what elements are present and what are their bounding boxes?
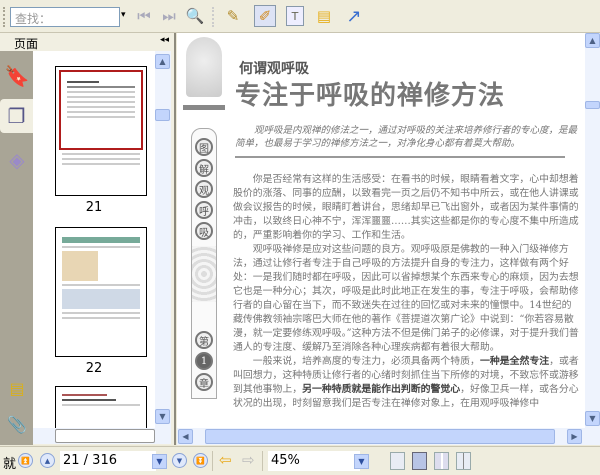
text-box-icon[interactable]: T <box>286 6 304 26</box>
collapse-panel-icon[interactable]: ◂◂ <box>160 35 169 45</box>
banner-seal: 吸 <box>195 222 213 240</box>
hscroll-thumb[interactable] <box>55 429 155 443</box>
panel-header: 页面 ◂◂ <box>0 33 176 51</box>
forward-arrow-icon[interactable]: ⇨ <box>242 451 255 469</box>
thumbnail-label: 21 <box>85 200 103 215</box>
body-paragraph: 观呼吸禅修是应对这些问题的良方。观呼吸原是佛教的一种入门级禅修方法，通过让修行者… <box>233 244 579 353</box>
facing-view-icon[interactable] <box>434 452 449 470</box>
scroll-left-button[interactable]: ◀ <box>178 429 193 444</box>
hscroll-thumb[interactable] <box>205 429 555 444</box>
last-page-button[interactable]: ⏬ <box>193 453 208 468</box>
scroll-right-button[interactable]: ▶ <box>567 429 582 444</box>
search-input[interactable]: 查找： <box>10 7 120 27</box>
prev-result-icon[interactable]: ⏮ <box>133 5 155 27</box>
thumbnail-hscrollbar[interactable] <box>33 428 171 444</box>
banner-seal: 图 <box>195 138 213 156</box>
continuous-facing-view-icon[interactable] <box>456 452 471 470</box>
body-paragraph: 你是否经常有这样的生活感受：在看书的时候，眼睛看着文字，心中却想着股价的涨落、同… <box>233 174 579 241</box>
banner-seal: 呼 <box>195 201 213 219</box>
arrow-icon[interactable]: ↗ <box>343 5 365 27</box>
divider <box>235 156 565 158</box>
thumbnail-scrollbar[interactable]: ▲ ▼ <box>155 51 171 428</box>
banner-seal: 解 <box>195 159 213 177</box>
page-thumbnail-21[interactable] <box>55 66 147 196</box>
section-subtitle: 何谓观呼吸 <box>239 61 309 77</box>
page-thumbnail-23[interactable] <box>55 386 147 428</box>
layers-tab-icon[interactable]: ◈ <box>4 143 30 177</box>
scroll-down-button[interactable]: ▼ <box>155 409 170 424</box>
toolbar-grip[interactable] <box>3 7 6 27</box>
chapter-number: 1 <box>195 352 213 370</box>
continuous-view-icon[interactable] <box>412 452 427 470</box>
page-body: 你是否经常有这样的生活感受：在看书的时候，眼睛看着文字，心中却想着股价的涨落、同… <box>233 173 581 411</box>
first-page-button[interactable]: ⏫ <box>18 453 33 468</box>
separator <box>212 451 213 471</box>
text: 一般来说，培养高度的专注力，必须具备两个特质， <box>252 356 480 367</box>
toolbar: 查找： ▾ ⏮ ⏭ 🔍 ✎ ✐ T ▤ ↗ <box>0 0 600 33</box>
comment-icon[interactable]: ▤ <box>313 5 335 27</box>
thumbnail-label: 22 <box>85 361 103 376</box>
comments-tab-icon[interactable]: ▤ <box>4 371 30 405</box>
banner-seal: 观 <box>195 180 213 198</box>
separator <box>262 451 263 471</box>
page-title: 专注于呼吸的禅修方法 <box>235 81 506 111</box>
bold-text: 另一种特质就是能作出判断的警觉心 <box>302 384 461 395</box>
banner-pattern <box>192 246 216 302</box>
next-result-icon[interactable]: ⏭ <box>158 5 180 27</box>
search-zoom-icon[interactable]: 🔍 <box>184 5 206 27</box>
back-arrow-icon[interactable]: ⇦ <box>219 451 232 469</box>
document-vscrollbar[interactable]: ▲ ▼ <box>585 33 600 428</box>
panel-title: 页面 <box>14 37 39 51</box>
thumbnail-list: 21 22 <box>33 51 155 428</box>
banner-bar <box>183 105 225 110</box>
intro-paragraph: 观呼吸是内观禅的修法之一，通过对呼吸的关注来培养修行者的专心度，是最简单，也最易… <box>235 125 578 149</box>
scroll-up-button[interactable]: ▲ <box>585 33 600 48</box>
page-thumbnail-22[interactable] <box>55 227 147 357</box>
pages-tab-icon[interactable]: ❐ <box>0 99 33 133</box>
zoom-dropdown-button[interactable]: ▼ <box>354 454 369 469</box>
bold-text: 一种是全然专注 <box>479 356 550 367</box>
page-dropdown-button[interactable]: ▼ <box>152 454 167 469</box>
scroll-down-button[interactable]: ▼ <box>585 411 600 426</box>
document-view: 图 解 观 呼 吸 第 1 章 何谓观呼吸 专注于呼吸的禅修方法 观呼吸是内观禅… <box>177 33 585 428</box>
attachments-tab-icon[interactable]: 📎 <box>4 407 30 441</box>
banner-seal: 第 <box>195 331 213 349</box>
edit-note-icon[interactable]: ✐ <box>254 5 276 27</box>
panel-tab-strip: 🔖 ❐ ◈ ▤ 📎 <box>0 51 33 445</box>
document-hscrollbar[interactable]: ◀ ▶ <box>177 428 600 445</box>
zoom-input[interactable]: 45% <box>268 451 360 471</box>
page-number-input[interactable]: 21 / 316 <box>60 451 156 471</box>
pages-panel: 页面 ◂◂ 🔖 ❐ ◈ ▤ 📎 21 22 ▲ ▼ <box>0 33 176 445</box>
navigation-bar: 就 ⏫ ▲ 21 / 316 ▼ ▼ ⏬ ⇦ ⇨ 45% ▼ <box>0 446 600 475</box>
body-paragraph: 一般来说，培养高度的专注力，必须具备两个特质，一种是全然专注，或者叫回想力，这种… <box>233 355 581 411</box>
toolbar-separator <box>212 7 215 27</box>
banner-seal: 章 <box>195 373 213 391</box>
bookmarks-tab-icon[interactable]: 🔖 <box>4 59 30 93</box>
search-dropdown-icon[interactable]: ▾ <box>121 10 126 20</box>
highlight-pen-icon[interactable]: ✎ <box>222 5 244 27</box>
single-page-view-icon[interactable] <box>390 452 405 470</box>
chapter-banner: 图 解 观 呼 吸 第 1 章 <box>183 33 225 428</box>
prev-page-button[interactable]: ▲ <box>40 453 55 468</box>
scroll-thumb[interactable] <box>155 109 170 121</box>
scroll-up-button[interactable]: ▲ <box>155 54 170 69</box>
find-label: 就 <box>3 457 17 472</box>
scroll-thumb[interactable] <box>585 101 600 109</box>
stupa-image <box>186 37 222 97</box>
next-page-button[interactable]: ▼ <box>172 453 187 468</box>
page-header: 何谓观呼吸 专注于呼吸的禅修方法 观呼吸是内观禅的修法之一，通过对呼吸的关注来培… <box>235 61 583 158</box>
